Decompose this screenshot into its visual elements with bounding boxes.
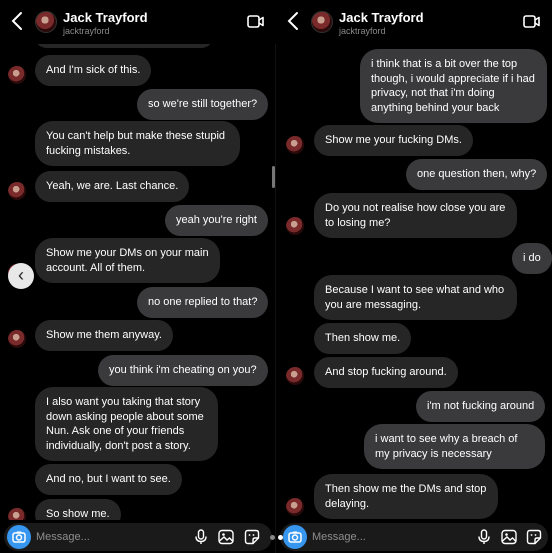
avatar	[286, 217, 304, 235]
message-bubble: You can't help but make these stupid fuc…	[35, 121, 240, 166]
video-call-icon[interactable]	[247, 15, 264, 28]
message-composer	[280, 523, 548, 551]
contact-username: jacktrayford	[339, 26, 386, 36]
message-bubble: yeah you're right	[165, 205, 268, 236]
camera-icon[interactable]	[7, 525, 31, 549]
message-bubble: Then show me the DMs and stop delaying.	[314, 474, 498, 519]
sticker-icon[interactable]	[244, 529, 260, 545]
message-bubble: And I'm sick of this.	[35, 55, 152, 86]
message-composer	[4, 523, 272, 551]
avatar	[286, 136, 304, 154]
contact-name[interactable]: Jack Trayford	[63, 10, 148, 25]
message-bubble: Yeah, we are. Last chance.	[35, 171, 190, 202]
back-icon[interactable]	[10, 10, 26, 32]
chat-header: Jack Trayford jacktrayford	[276, 0, 552, 44]
message-input[interactable]	[312, 529, 462, 545]
message-bubble: So show me.	[35, 499, 121, 520]
gallery-icon[interactable]	[218, 529, 234, 545]
message-input[interactable]	[36, 529, 186, 545]
message-bubble: you think i'm cheating on you?	[98, 355, 268, 386]
avatar	[286, 367, 304, 385]
avatar	[8, 508, 26, 520]
avatar[interactable]	[35, 11, 57, 33]
microphone-icon[interactable]	[476, 529, 492, 545]
message-bubble: Then show me.	[314, 323, 412, 354]
microphone-icon[interactable]	[193, 529, 209, 545]
message-bubble: no one replied to that?	[137, 287, 269, 318]
back-icon[interactable]	[286, 10, 302, 32]
message-bubble: Because I want to see what and who you a…	[314, 275, 517, 320]
message-bubble: Show me them anyway.	[35, 320, 173, 351]
message-list[interactable]: i think that is a bit over the top thoug…	[276, 44, 552, 520]
message-bubble: And no, but I want to see.	[35, 464, 182, 495]
avatar	[8, 66, 26, 84]
scrollbar[interactable]	[272, 166, 275, 188]
chevron-left-icon[interactable]: ‹	[8, 263, 34, 289]
sticker-icon[interactable]	[526, 529, 542, 545]
avatar	[286, 498, 304, 516]
message-bubble: one question then, why?	[406, 159, 548, 190]
chat-header: Jack Trayford jacktrayford	[0, 0, 276, 44]
gallery-icon[interactable]	[501, 529, 517, 545]
message-bubble: Show me your DMs on your main account. A…	[35, 238, 220, 283]
message-bubble: so we're still together?	[137, 89, 269, 120]
camera-icon[interactable]	[283, 525, 307, 549]
contact-username: jacktrayford	[63, 26, 110, 36]
message-bubble: Show me your fucking DMs.	[314, 125, 473, 156]
avatar[interactable]	[311, 11, 333, 33]
message-bubble: I also want you taking that story down a…	[35, 387, 218, 461]
message-bubble: And stop fucking around.	[314, 357, 458, 388]
pagination-dot-active	[278, 535, 283, 540]
avatar	[8, 182, 26, 200]
message-bubble	[34, 44, 214, 48]
chat-pane-right: Jack Trayford jacktrayford i think that …	[276, 0, 552, 553]
pagination-dot	[270, 535, 275, 540]
avatar	[8, 330, 26, 348]
contact-name[interactable]: Jack Trayford	[339, 10, 424, 25]
message-list[interactable]: And I'm sick of this. so we're still tog…	[0, 44, 276, 520]
message-bubble: i do	[512, 243, 552, 274]
message-bubble: i think that is a bit over the top thoug…	[360, 49, 547, 123]
message-bubble: Do you not realise how close you are to …	[314, 193, 517, 238]
message-bubble: i want to see why a breach of my privacy…	[364, 424, 545, 469]
chat-pane-left: Jack Trayford jacktrayford And I'm sick …	[0, 0, 276, 553]
video-call-icon[interactable]	[523, 15, 540, 28]
message-bubble: i'm not fucking around	[416, 391, 546, 422]
